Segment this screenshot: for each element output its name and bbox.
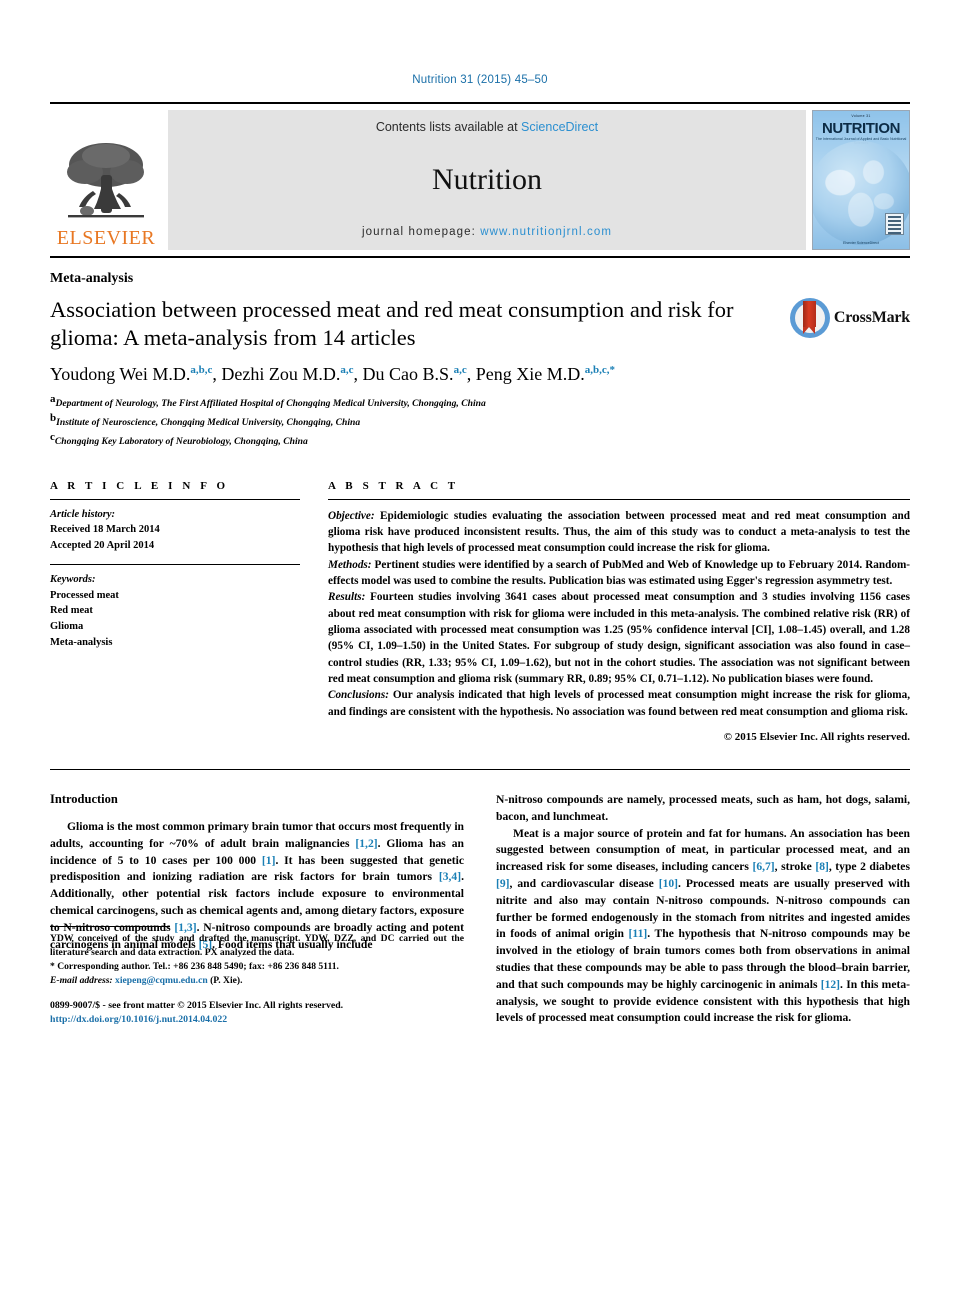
abstract-section-label: Results: bbox=[328, 591, 366, 604]
received-date: Received 18 March 2014 bbox=[50, 524, 160, 536]
email-line: E-mail address: xiepeng@cqmu.edu.cn (P. … bbox=[50, 974, 464, 988]
keyword: Glioma bbox=[50, 621, 84, 633]
affiliation: aDepartment of Neurology, The First Affi… bbox=[50, 393, 486, 410]
issn-line: 0899-9007/$ - see front matter © 2015 El… bbox=[50, 999, 344, 1011]
right-column: N-nitroso compounds are namely, processe… bbox=[496, 792, 910, 1027]
keyword: Red meat bbox=[50, 605, 93, 617]
author-list: Youdong Wei M.D.a,b,c, Dezhi Zou M.D.a,c… bbox=[50, 364, 615, 385]
affiliation: cChongqing Key Laboratory of Neurobiolog… bbox=[50, 431, 308, 448]
citation-reference[interactable]: [1,2] bbox=[355, 837, 377, 850]
email-suffix: (P. Xie). bbox=[207, 974, 243, 986]
keyword-items: Processed meat Red meat Glioma Meta-analysi… bbox=[50, 588, 300, 651]
abstract-section-label: Objective: bbox=[328, 509, 375, 522]
author-affiliation-marks: a,b,c,* bbox=[584, 364, 615, 377]
introduction-heading: Introduction bbox=[50, 792, 118, 806]
contents-line: Contents lists available at ScienceDirec… bbox=[376, 120, 598, 134]
right-column-paragraphs: N-nitroso compounds are namely, processe… bbox=[496, 792, 910, 1027]
abstract-section: Methods: Pertinent studies were identifi… bbox=[328, 558, 910, 587]
accepted-date: Accepted 20 April 2014 bbox=[50, 540, 155, 552]
article-info-column: A R T I C L E I N F O Article history: R… bbox=[50, 480, 300, 743]
author-name: Youdong Wei M.D. bbox=[50, 364, 191, 385]
cover-footer: Elsevier ScienceDirect bbox=[843, 241, 879, 245]
author-contributions: YDW conceived of the study and drafted t… bbox=[50, 933, 464, 959]
elsevier-tree-icon bbox=[67, 143, 144, 218]
citation-reference[interactable]: [12] bbox=[821, 978, 840, 991]
abstract-section-label: Methods: bbox=[328, 558, 372, 571]
sciencedirect-link[interactable]: ScienceDirect bbox=[521, 120, 598, 134]
cover-volume: Volume 31 bbox=[851, 114, 871, 118]
journal-banner: Contents lists available at ScienceDirec… bbox=[168, 110, 806, 250]
abstract-section: Results: Fourteen studies involving 3641… bbox=[328, 591, 910, 685]
divider bbox=[50, 498, 300, 500]
divider bbox=[50, 769, 910, 770]
abstract-body: Objective: Epidemiologic studies evaluat… bbox=[328, 508, 910, 720]
affiliation-list: aDepartment of Neurology, The First Affi… bbox=[50, 392, 910, 449]
journal-cover-thumbnail: Volume 31 NUTRITION The International Jo… bbox=[812, 110, 910, 250]
divider bbox=[50, 563, 300, 565]
crossmark-icon bbox=[789, 298, 830, 338]
journal-title: Nutrition bbox=[432, 163, 542, 196]
footnote-divider bbox=[50, 926, 170, 928]
history-label: Article history: bbox=[50, 508, 116, 520]
author-name: Du Cao B.S. bbox=[362, 364, 454, 385]
journal-homepage-line: journal homepage: www.nutritionjrnl.com bbox=[362, 226, 612, 238]
keywords-label: Keywords: bbox=[50, 573, 96, 585]
email-label: E-mail address: bbox=[50, 974, 113, 986]
author-name: Peng Xie M.D. bbox=[475, 364, 585, 385]
abstract-heading: A B S T R A C T bbox=[328, 479, 459, 492]
abstract-column: A B S T R A C T Objective: Epidemiologic… bbox=[328, 480, 910, 743]
citation-reference[interactable]: [6,7] bbox=[752, 860, 774, 873]
cover-masthead: NUTRITION bbox=[821, 120, 901, 137]
crossmark-badge[interactable]: CrossMark bbox=[789, 296, 910, 338]
elsevier-logo: ELSEVIER bbox=[50, 110, 162, 250]
body-paragraph: N-nitroso compounds are namely, processe… bbox=[496, 793, 910, 823]
corresponding-author: * Corresponding author. Tel.: +86 236 84… bbox=[50, 960, 339, 972]
homepage-label: journal homepage: bbox=[361, 226, 481, 238]
citation-reference[interactable]: [1] bbox=[262, 854, 276, 867]
cover-badge-icon bbox=[885, 213, 904, 235]
running-head: Nutrition 31 (2015) 45–50 bbox=[412, 74, 548, 86]
page-title: Association between processed meat and r… bbox=[50, 297, 734, 351]
divider bbox=[328, 498, 910, 500]
citation-reference[interactable]: [10] bbox=[659, 877, 678, 890]
footnote-area: YDW conceived of the study and drafted t… bbox=[50, 926, 464, 1027]
abstract-section-label: Conclusions: bbox=[328, 689, 389, 702]
contents-prefix: Contents lists available at bbox=[375, 120, 522, 134]
article-page: Nutrition 31 (2015) 45–50 ELSEVIER Conte… bbox=[0, 0, 960, 1290]
abstract-section: Conclusions: Our analysis indicated that… bbox=[328, 689, 910, 718]
crossmark-label: CrossMark bbox=[833, 309, 910, 326]
affiliation: bInstitute of Neuroscience, Chongqing Me… bbox=[50, 412, 361, 429]
abstract-section: Objective: Epidemiologic studies evaluat… bbox=[328, 509, 910, 555]
citation-reference[interactable]: [9] bbox=[496, 877, 510, 890]
author-affiliation-marks: a,c bbox=[340, 364, 354, 377]
journal-header: ELSEVIER Contents lists available at Sci… bbox=[50, 102, 910, 258]
doi-link[interactable]: http://dx.doi.org/10.1016/j.nut.2014.04.… bbox=[50, 1013, 464, 1027]
keyword: Meta-analysis bbox=[50, 636, 113, 648]
copyright-line: © 2015 Elsevier Inc. All rights reserved… bbox=[723, 731, 910, 743]
title-row: Association between processed meat and r… bbox=[50, 296, 910, 352]
info-abstract-section: A R T I C L E I N F O Article history: R… bbox=[50, 480, 910, 743]
homepage-url[interactable]: www.nutritionjrnl.com bbox=[480, 226, 612, 238]
keywords-block: Keywords: Processed meat Red meat Glioma Me… bbox=[50, 572, 300, 651]
author-name: Dezhi Zou M.D. bbox=[221, 364, 341, 385]
keyword: Processed meat bbox=[50, 589, 119, 601]
article-history: Article history: Received 18 March 2014 … bbox=[50, 507, 300, 554]
article-info-heading: A R T I C L E I N F O bbox=[50, 479, 229, 492]
email-address[interactable]: xiepeng@cqmu.edu.cn bbox=[115, 975, 208, 986]
elsevier-wordmark: ELSEVIER bbox=[56, 227, 156, 249]
citation-reference[interactable]: [3,4] bbox=[439, 870, 461, 883]
author-affiliation-marks: a,b,c bbox=[190, 364, 213, 377]
body-paragraph: Meat is a major source of protein and fa… bbox=[496, 826, 911, 1025]
left-column: Introduction Glioma is the most common p… bbox=[50, 792, 464, 1027]
article-type: Meta-analysis bbox=[50, 271, 134, 286]
issn-block: 0899-9007/$ - see front matter © 2015 El… bbox=[50, 999, 464, 1027]
citation-reference[interactable]: [8] bbox=[815, 860, 829, 873]
author-affiliation-marks: a,c bbox=[453, 364, 467, 377]
body-columns: Introduction Glioma is the most common p… bbox=[50, 792, 910, 1027]
citation-reference[interactable]: [11] bbox=[629, 927, 648, 940]
